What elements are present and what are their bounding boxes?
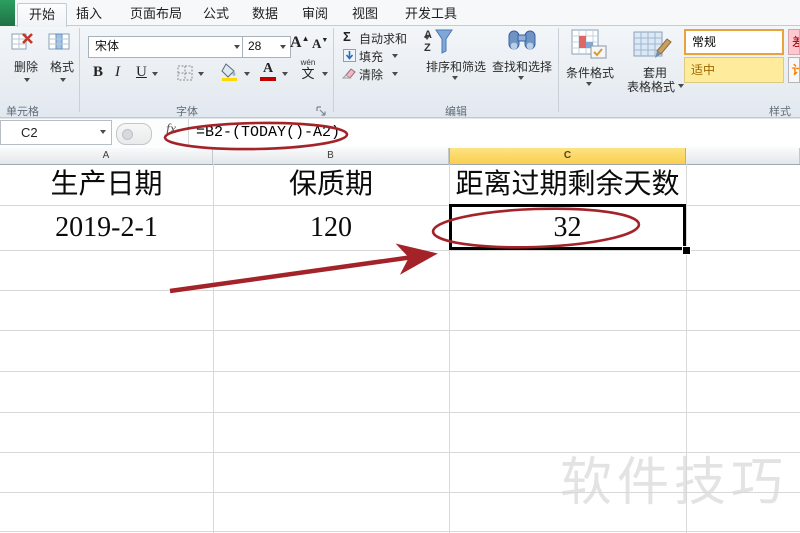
clear-eraser-icon[interactable] [342, 66, 356, 80]
column-header-c[interactable]: C [449, 148, 686, 164]
font-name-dropdown-icon[interactable] [234, 45, 240, 49]
styles-group-label: 样式 [769, 106, 791, 118]
ribbon: 删除 格式 单元格 宋体 28 A▲ A▼ B I U A wén 文 字体 Σ… [0, 26, 800, 118]
phonetic-guide-icon[interactable]: wén 文 [298, 59, 318, 81]
clear-button[interactable]: 清除 [359, 66, 383, 83]
autosum-sigma-icon[interactable]: Σ [343, 29, 351, 44]
group-divider [333, 28, 334, 112]
format-as-table-dropdown-icon[interactable] [678, 84, 684, 88]
cell-style-calculation[interactable]: 计 [788, 57, 800, 83]
tab-formulas[interactable]: 公式 [196, 3, 236, 25]
selection-border [449, 204, 686, 250]
underline-dropdown-icon[interactable] [152, 72, 158, 76]
fill-down-icon[interactable] [342, 48, 356, 62]
format-dropdown-icon[interactable] [60, 78, 66, 82]
delete-dropdown-icon[interactable] [24, 78, 30, 82]
find-select-dropdown-icon[interactable] [518, 76, 524, 80]
find-select-icon[interactable] [504, 26, 540, 56]
group-divider [558, 28, 559, 112]
cell-a1[interactable]: 生产日期 [0, 164, 213, 205]
tab-home[interactable]: 开始 [17, 3, 67, 27]
shrink-font-button[interactable]: A▼ [312, 36, 328, 52]
editing-group-label: 编辑 [445, 106, 467, 118]
delete-cells-icon[interactable] [10, 30, 36, 54]
format-as-table-icon[interactable] [632, 28, 674, 62]
font-name-value: 宋体 [95, 39, 120, 53]
bold-button[interactable]: B [93, 64, 103, 81]
name-box[interactable]: C2 [0, 120, 112, 145]
fill-handle[interactable] [682, 246, 691, 255]
font-color-icon[interactable]: A [260, 62, 276, 81]
svg-text:A: A [424, 29, 432, 41]
italic-button[interactable]: I [115, 64, 120, 81]
sort-filter-icon[interactable]: A Z [422, 26, 454, 56]
conditional-formatting-icon[interactable] [570, 28, 610, 62]
cell-style-bad[interactable]: 差 [788, 29, 800, 55]
format-button[interactable]: 格式 [42, 58, 82, 75]
conditional-formatting-dropdown-icon[interactable] [586, 82, 592, 86]
tab-review[interactable]: 审阅 [294, 3, 336, 25]
insert-function-fx-icon[interactable]: fx [166, 122, 188, 138]
column-header-a[interactable]: A [0, 148, 213, 164]
name-box-dropdown-icon[interactable] [100, 130, 106, 134]
fill-color-icon[interactable] [220, 62, 240, 82]
column-header-d[interactable] [686, 148, 800, 164]
formula-bar-buttons-pill[interactable] [116, 123, 152, 145]
delete-button[interactable]: 删除 [6, 58, 46, 75]
font-size-value: 28 [248, 39, 262, 53]
formula-text[interactable]: =B2-(TODAY()-A2) [196, 124, 340, 141]
font-group-label: 字体 [176, 106, 198, 118]
tab-insert[interactable]: 插入 [68, 3, 110, 25]
cell-c1[interactable]: 距离过期剩余天数 [449, 164, 686, 205]
cell-style-neutral[interactable]: 适中 [684, 57, 784, 83]
column-header-b[interactable]: B [213, 148, 449, 164]
cell-b2[interactable]: 120 [213, 205, 449, 250]
underline-button[interactable]: U [136, 64, 147, 81]
find-select-button[interactable]: 查找和选择 [486, 58, 558, 75]
tab-page-layout[interactable]: 页面布局 [118, 3, 194, 25]
cell-style-normal[interactable]: 常规 [684, 29, 784, 55]
format-cells-icon[interactable] [46, 30, 72, 54]
tab-view[interactable]: 视图 [344, 3, 386, 25]
fill-color-dropdown-icon[interactable] [244, 72, 250, 76]
tab-data[interactable]: 数据 [244, 3, 286, 25]
fill-dropdown-icon[interactable] [392, 54, 398, 58]
tab-developer[interactable]: 开发工具 [396, 3, 466, 25]
sort-filter-button[interactable]: 排序和筛选 [420, 58, 492, 75]
sort-filter-dropdown-icon[interactable] [452, 76, 458, 80]
grow-font-button[interactable]: A▲ [290, 34, 309, 52]
svg-text:Z: Z [424, 42, 431, 54]
cells-group-label: 单元格 [6, 106, 39, 118]
cell-b1[interactable]: 保质期 [213, 164, 449, 205]
excel-window: 开始 插入 页面布局 公式 数据 审阅 视图 开发工具 删除 格式 单元格 宋体… [0, 0, 800, 533]
phonetic-dropdown-icon[interactable] [322, 72, 328, 76]
file-tab-icon[interactable] [0, 0, 15, 26]
font-name-combo[interactable]: 宋体 [88, 36, 246, 58]
borders-icon[interactable] [176, 64, 194, 82]
font-size-combo[interactable]: 28 [242, 36, 291, 58]
cell-a2[interactable]: 2019-2-1 [0, 205, 213, 250]
clear-dropdown-icon[interactable] [392, 72, 398, 76]
borders-dropdown-icon[interactable] [198, 72, 204, 76]
font-size-dropdown-icon[interactable] [280, 45, 286, 49]
fill-button[interactable]: 填充 [359, 48, 383, 65]
format-as-table-button-line2[interactable]: 表格格式 [625, 78, 677, 95]
autosum-button[interactable]: 自动求和 [359, 30, 407, 47]
font-color-dropdown-icon[interactable] [282, 72, 288, 76]
conditional-formatting-button[interactable]: 条件格式 [562, 64, 618, 81]
